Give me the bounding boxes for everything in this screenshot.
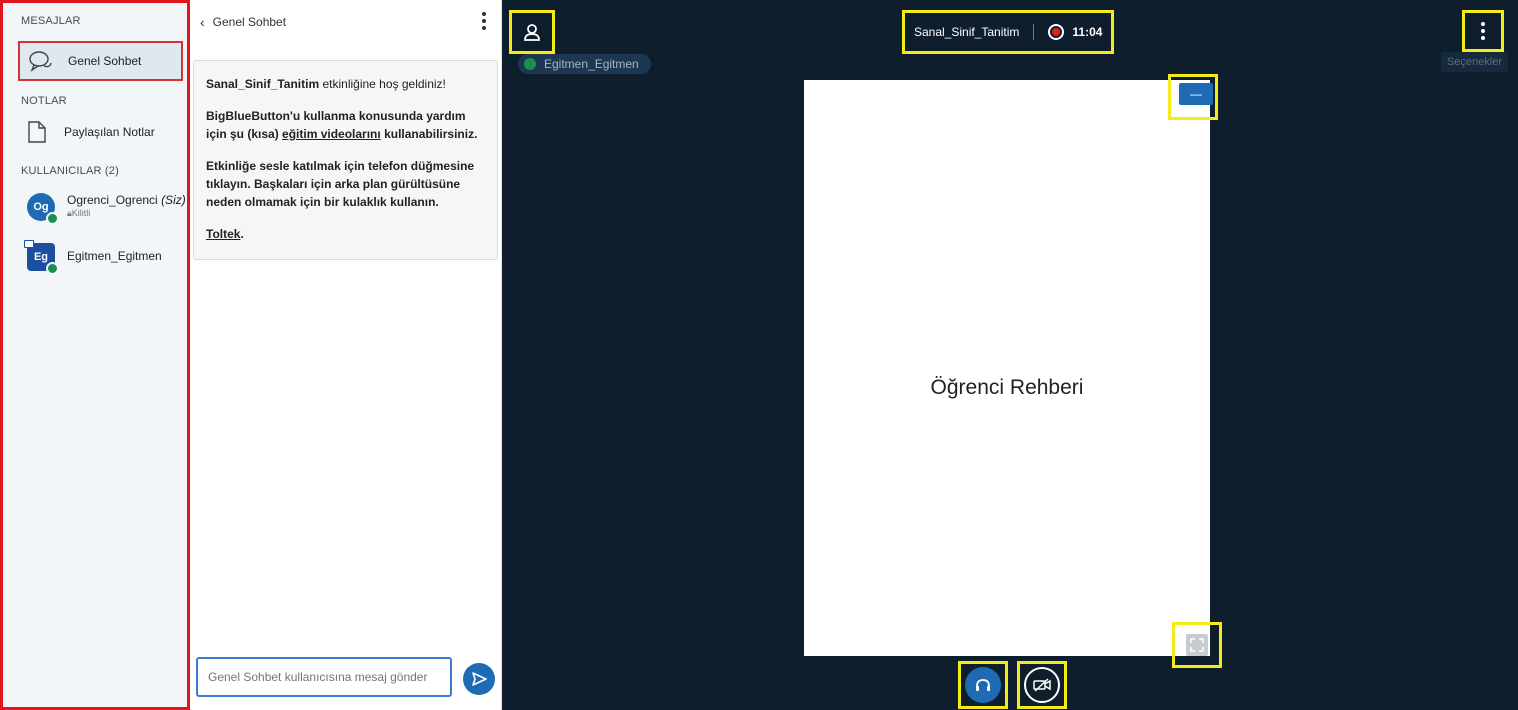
chat-message-input[interactable] [196, 657, 452, 697]
users-section-title: KULLANICILAR (2) [21, 165, 119, 177]
kebab-icon [1480, 22, 1486, 40]
chat-bubbles-icon [29, 51, 52, 72]
help-line: BigBlueButton'u kullanma konusunda yardı… [206, 107, 485, 143]
send-message-button[interactable] [463, 663, 495, 695]
title-separator [1033, 24, 1035, 40]
send-icon [472, 672, 487, 686]
user-list-panel: MESAJLAR Genel Sohbet NOTLAR Paylaşılan … [0, 0, 190, 710]
user-status-text: Kilitli [71, 208, 91, 218]
meeting-title-bar: Sanal_Sinif_Tanitim 11:04 [902, 10, 1114, 54]
join-audio-button[interactable] [965, 667, 1001, 703]
toltek-link[interactable]: Toltek [206, 227, 240, 241]
presentation-slide: Öğrenci Rehberi [804, 80, 1210, 656]
minimize-presentation-highlight: — [1168, 74, 1218, 120]
user-name-text: Egitmen_Egitmen [67, 249, 162, 263]
chevron-left-icon: ‹ [200, 14, 205, 30]
welcome-line: Sanal_Sinif_Tanitim etkinliğine hoş geld… [206, 75, 485, 93]
public-chat-item[interactable]: Genel Sohbet [18, 41, 183, 81]
notes-section-title: NOTLAR [21, 95, 67, 107]
camera-off-icon [1033, 678, 1051, 692]
user-list-item[interactable]: Eg Egitmen_Egitmen [23, 239, 188, 283]
shared-notes-item[interactable]: Paylaşılan Notlar [18, 114, 183, 150]
user-name: Egitmen_Egitmen [67, 249, 162, 263]
chat-panel: ‹ Genel Sohbet Sanal_Sinif_Tanitim etkin… [190, 0, 502, 710]
avatar-initials: Eg [33, 251, 49, 263]
fullscreen-button[interactable] [1186, 634, 1208, 656]
avatar-initials: Og [33, 201, 49, 213]
help-text-2: kullanabilirsiniz. [380, 127, 478, 141]
footer-dot: . [240, 227, 244, 241]
tutorial-videos-link[interactable]: eğitim videolarını [282, 127, 381, 141]
user-list-item[interactable]: Og Ogrenci_Ogrenci (Siz) 🔒︎Kilitli [23, 189, 188, 233]
toggle-user-list-button[interactable] [509, 10, 555, 54]
presenter-icon [24, 240, 34, 248]
public-chat-label: Genel Sohbet [68, 54, 142, 68]
fullscreen-icon [1190, 638, 1204, 652]
meeting-title: Sanal_Sinif_Tanitim [914, 25, 1020, 39]
record-icon[interactable] [1048, 24, 1065, 40]
headphones-icon [976, 679, 990, 691]
avatar: Og [27, 193, 59, 225]
presentation-area: Sanal_Sinif_Tanitim 11:04 Egitmen_Egitme… [502, 0, 1518, 710]
user-locked-status: 🔒︎Kilitli [67, 208, 90, 219]
presenter-name-tag: Egitmen_Egitmen [518, 54, 651, 74]
minimize-presentation-button[interactable]: — [1179, 83, 1213, 105]
chat-title: Genel Sohbet [212, 15, 287, 29]
video-highlight [1017, 661, 1067, 709]
fullscreen-highlight [1172, 622, 1222, 668]
user-status-icon [46, 212, 59, 225]
welcome-meeting-name: Sanal_Sinif_Tanitim [206, 77, 320, 91]
user-you-label: (Siz) [161, 193, 186, 207]
chat-options-kebab-icon[interactable] [481, 12, 487, 30]
audio-instructions: Etkinliğe sesle katılmak için telefon dü… [206, 159, 475, 209]
welcome-message: Sanal_Sinif_Tanitim etkinliğine hoş geld… [193, 60, 498, 260]
footer-line: Toltek. [206, 225, 485, 243]
recording-time: 11:04 [1072, 25, 1103, 39]
shared-notes-label: Paylaşılan Notlar [64, 125, 155, 139]
avatar: Eg [24, 240, 59, 275]
slide-title: Öğrenci Rehberi [930, 376, 1084, 399]
user-name: Ogrenci_Ogrenci (Siz) [67, 193, 186, 207]
audio-highlight [958, 661, 1008, 709]
options-label[interactable]: Seçenekler [1440, 52, 1508, 72]
app-root: MESAJLAR Genel Sohbet NOTLAR Paylaşılan … [0, 0, 1518, 710]
messages-section-title: MESAJLAR [21, 15, 81, 27]
share-webcam-button[interactable] [1024, 667, 1060, 703]
chat-header[interactable]: ‹ Genel Sohbet [200, 14, 286, 30]
document-icon [28, 121, 46, 143]
user-name-text: Ogrenci_Ogrenci [67, 193, 158, 207]
options-menu-button[interactable] [1462, 10, 1504, 52]
user-icon [524, 24, 540, 41]
user-status-icon [46, 262, 59, 275]
welcome-suffix: etkinliğine hoş geldiniz! [319, 77, 446, 91]
